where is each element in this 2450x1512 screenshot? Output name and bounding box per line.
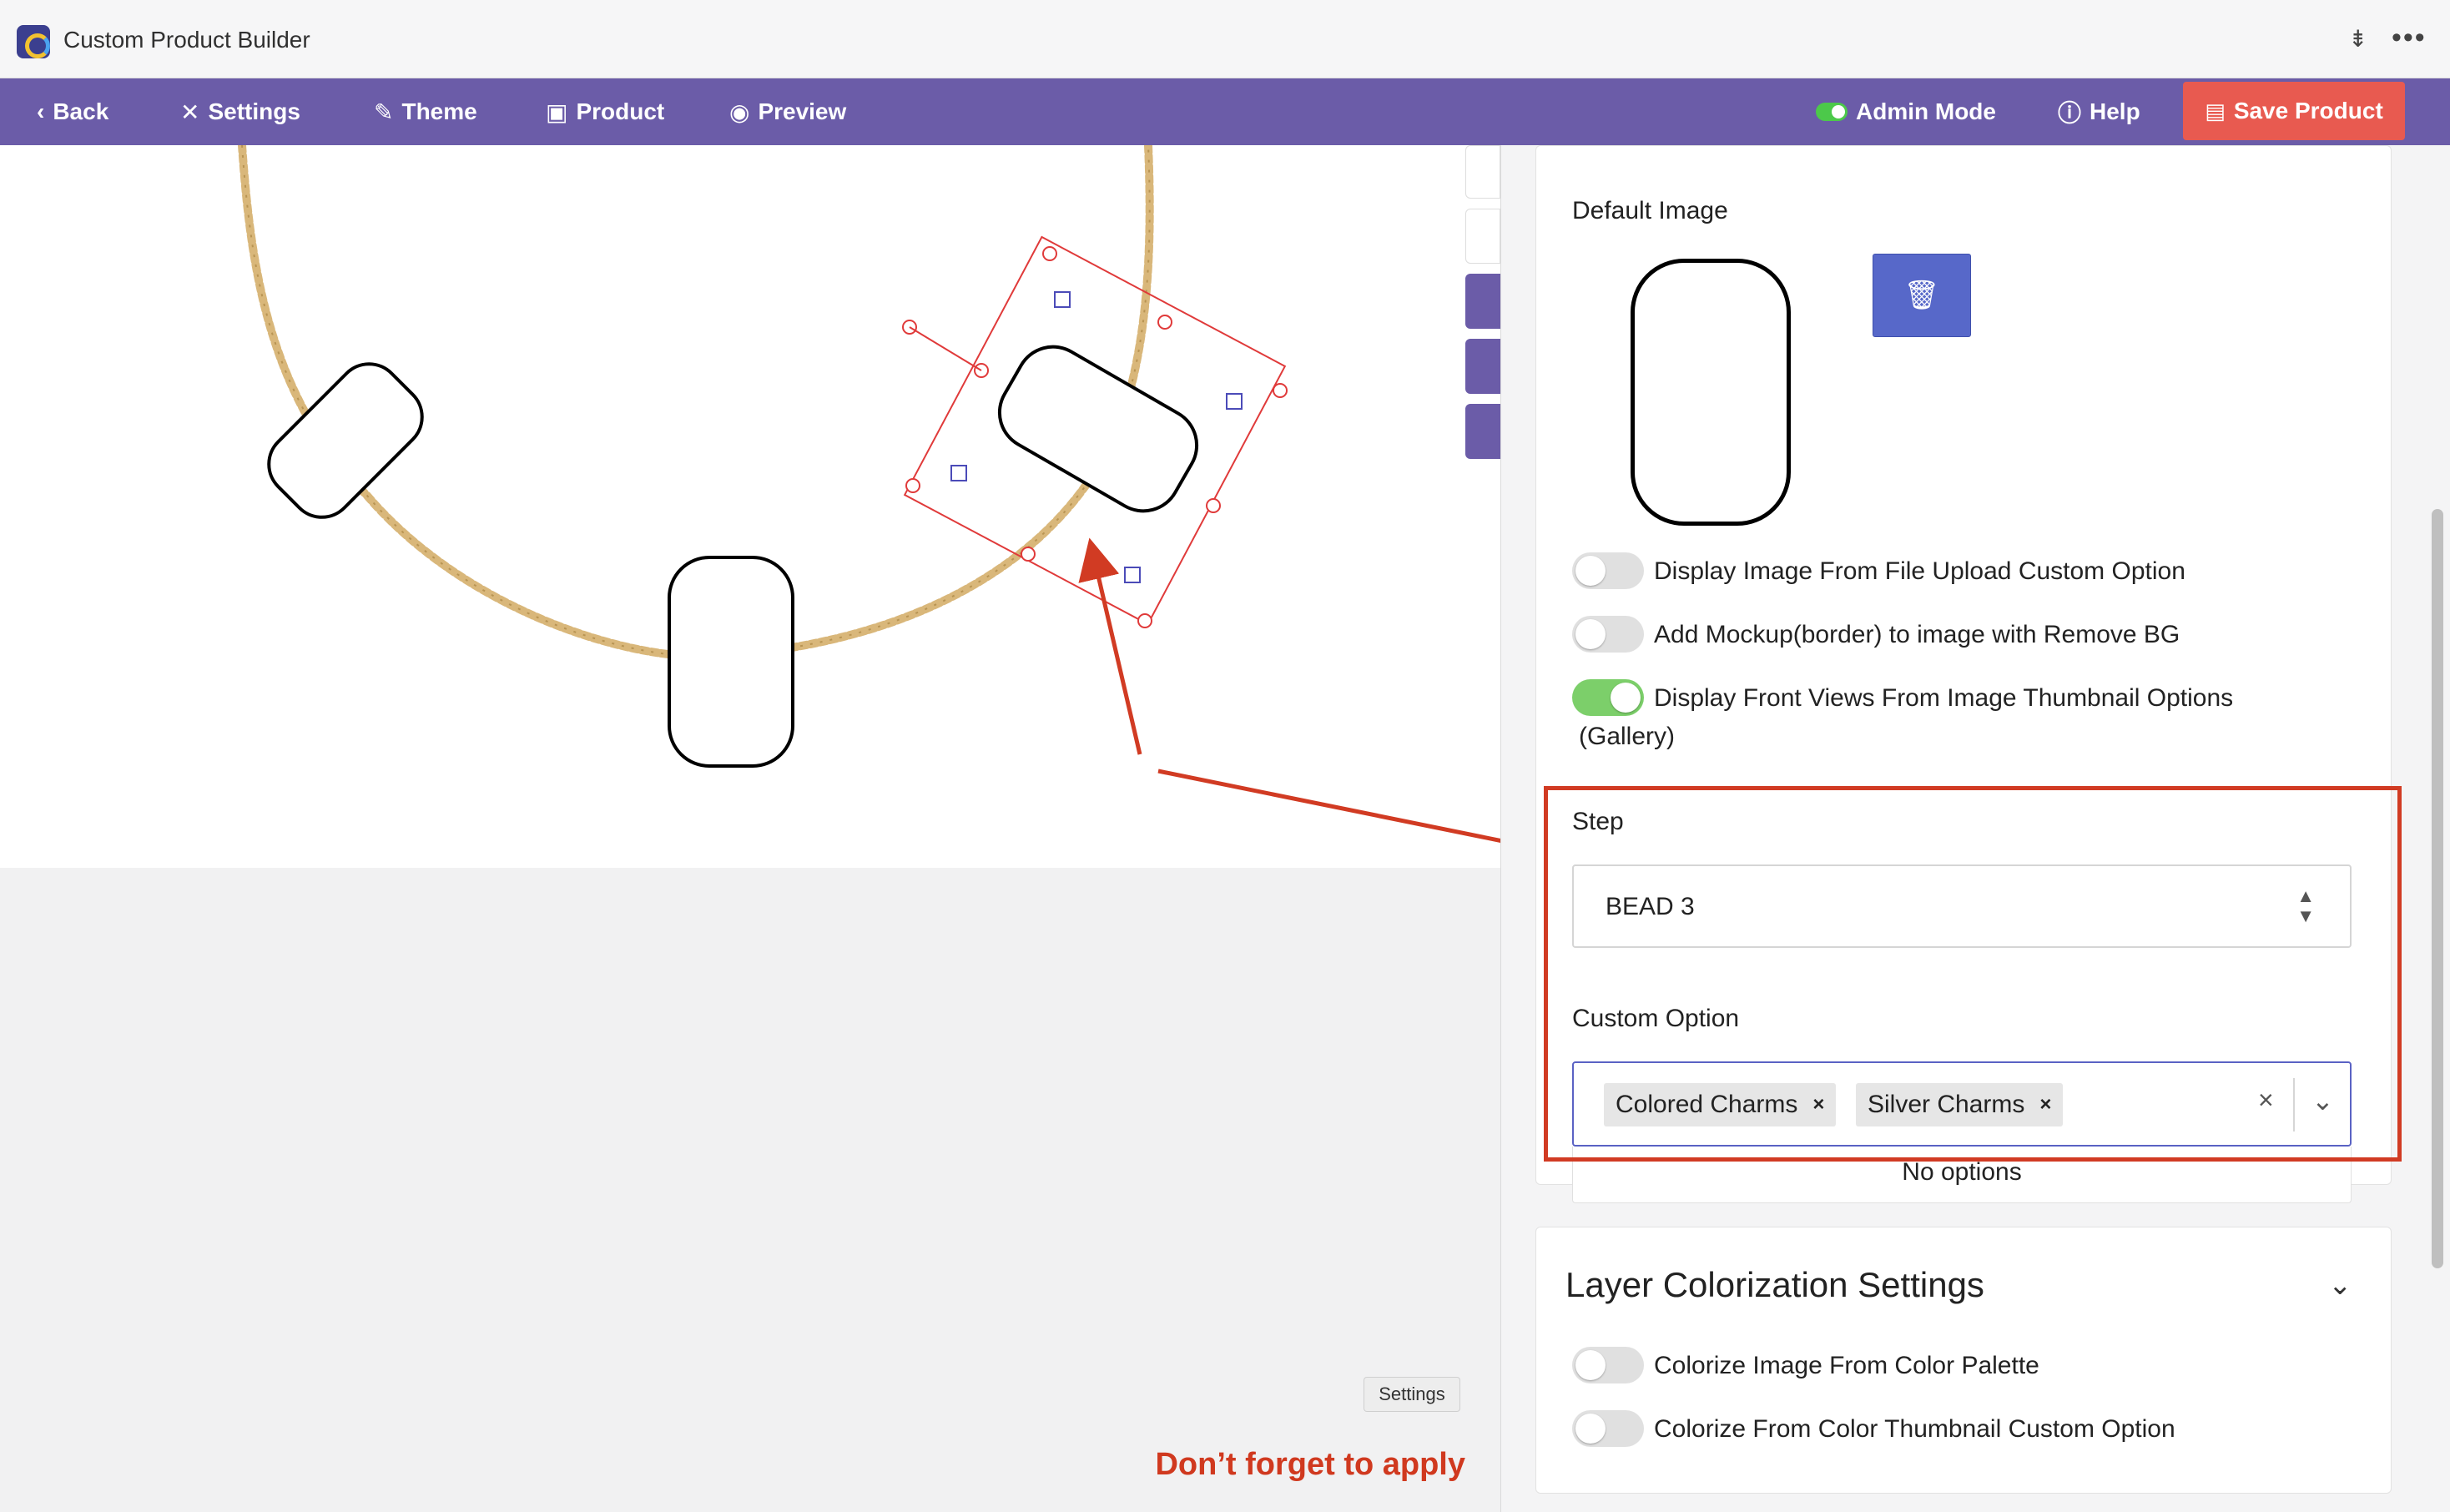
side-tab-2[interactable] [1465,209,1500,264]
window-titlebar: Custom Product Builder ⇟ ••• [0,0,2450,78]
main-toolbar: ‹ Back ✕ Settings ✎ Theme ▣ Product ◉ Pr… [0,78,2450,145]
option-colorize-thumbnail: Colorize From Color Thumbnail Custom Opt… [1654,1415,2175,1443]
app-logo-icon [17,25,50,58]
save-product-label: Save Product [2233,98,2383,123]
window-title: Custom Product Builder [63,27,310,53]
theme-button[interactable]: ✎ Theme [374,78,477,145]
chevron-down-icon[interactable]: ⌄ [2328,1268,2352,1302]
option-file-upload-image: Display Image From File Upload Custom Op… [1654,557,2185,585]
side-tab-4[interactable] [1465,339,1500,394]
default-image-label: Default Image [1572,197,1728,224]
toggle-icon [1816,103,1848,121]
trash-icon: 🗑 [1903,280,1940,311]
admin-mode-label: Admin Mode [1856,98,1996,124]
side-tab-5[interactable] [1465,404,1500,459]
preview-label: Preview [758,98,847,124]
side-tab-3[interactable] [1465,274,1500,329]
back-button[interactable]: ‹ Back [37,78,108,145]
help-button[interactable]: ⓘ Help [2058,78,2140,145]
settings-tooltip: Settings [1364,1377,1460,1412]
bag-icon: ▣ [546,98,568,125]
canvas-background [0,868,1500,1512]
bead-1[interactable] [256,351,436,531]
layer-colorization-title[interactable]: Layer Colorization Settings [1565,1265,1984,1305]
product-button[interactable]: ▣ Product [546,78,664,145]
back-label: Back [53,98,109,124]
eye-icon: ◉ [729,98,750,125]
help-label: Help [2090,98,2140,124]
option-add-mockup: Add Mockup(border) to image with Remove … [1654,621,2180,648]
save-icon: ▤ [2205,98,2226,123]
toggle-add-mockup[interactable] [1572,616,1644,653]
settings-label: Settings [208,98,300,124]
toggle-colorize-thumbnail[interactable] [1572,1410,1644,1447]
toggle-front-views[interactable] [1572,679,1644,716]
bead-2[interactable] [668,556,794,768]
brush-icon: ✎ [374,98,394,125]
back-chevron-icon: ‹ [37,98,45,124]
delete-image-button[interactable]: 🗑 [1873,254,1971,337]
settings-button[interactable]: ✕ Settings [180,78,300,145]
canvas-drawing[interactable] [0,145,1500,868]
annotation-arrow-right [1157,769,1500,844]
product-label: Product [576,98,665,124]
preview-button[interactable]: ◉ Preview [729,78,846,145]
toggle-file-upload-image[interactable] [1572,552,1644,589]
option-front-views: Display Front Views From Image Thumbnail… [1654,684,2234,712]
option-front-views-cont: (Gallery) [1579,723,1676,750]
annotation-highlight-box [1544,786,2402,1162]
admin-mode-toggle[interactable]: Admin Mode [1816,78,1996,145]
theme-label: Theme [401,98,477,124]
save-product-button[interactable]: ▤ Save Product [2183,82,2405,140]
toggle-colorize-palette[interactable] [1572,1347,1644,1383]
pin-icon[interactable]: ⇟ [2348,25,2373,53]
help-icon: ⓘ [2058,100,2082,126]
apply-reminder-text: Don’t forget to apply [1155,1447,1465,1482]
default-image-preview[interactable] [1631,259,1791,526]
tools-icon: ✕ [180,98,200,125]
more-icon[interactable]: ••• [2392,22,2427,54]
panel-scrollbar[interactable] [2432,509,2443,1268]
side-tab-1[interactable] [1465,145,1500,199]
option-colorize-palette: Colorize Image From Color Palette [1654,1352,2039,1379]
bead-3[interactable] [986,334,1210,525]
annotation-arrow-up [1078,537,1142,755]
